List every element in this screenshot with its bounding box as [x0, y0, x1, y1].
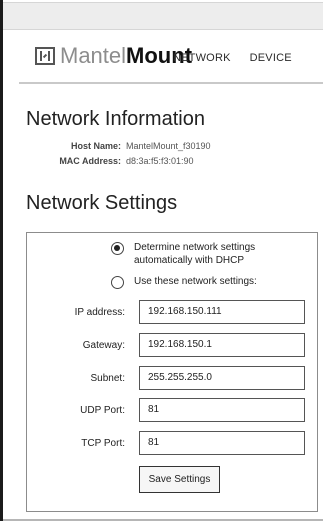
manual-network-option[interactable]: Use these network settings:: [111, 275, 289, 289]
udp-port-label: UDP Port:: [80, 404, 125, 416]
network-information-block: Host Name: MantelMount_f30190 MAC Addres…: [51, 139, 211, 169]
ip-address-input[interactable]: 192.168.150.111: [139, 300, 305, 324]
dhcp-option[interactable]: Determine network settings automatically…: [111, 241, 289, 267]
dhcp-radio-button[interactable]: [111, 242, 124, 255]
subnet-label: Subnet:: [90, 372, 125, 384]
manual-network-option-label: Use these network settings:: [134, 276, 257, 287]
dhcp-option-label: Determine network settings automatically…: [134, 242, 256, 266]
mac-address-label: MAC Address:: [59, 156, 121, 166]
ip-address-row: IP address: 192.168.150.111: [49, 299, 319, 325]
mantelmount-logo-icon: [35, 47, 55, 65]
gateway-input[interactable]: 192.168.150.1: [139, 333, 305, 357]
host-name-value: MantelMount_f30190: [126, 141, 211, 151]
subnet-input[interactable]: 255.255.255.0: [139, 366, 305, 390]
host-name-label: Host Name:: [70, 141, 121, 151]
manual-network-radio-button[interactable]: [111, 276, 124, 289]
udp-port-row: UDP Port: 81: [49, 397, 319, 423]
tcp-port-input[interactable]: 81: [139, 431, 305, 455]
subnet-row: Subnet: 255.255.255.0: [49, 365, 319, 391]
gateway-label: Gateway:: [82, 339, 125, 351]
save-settings-button[interactable]: Save Settings: [139, 466, 220, 493]
tcp-port-row: TCP Port: 81: [49, 430, 319, 456]
network-settings-title: Network Settings: [26, 192, 178, 214]
mac-address-row: MAC Address: d8:3a:f5:f3:01:90: [51, 154, 211, 169]
header: MantelMount NETWORK DEVICE: [19, 40, 323, 84]
host-name-row: Host Name: MantelMount_f30190: [51, 139, 211, 154]
mantelmount-page: MantelMount NETWORK DEVICE Network Infor…: [0, 0, 323, 521]
gateway-row: Gateway: 192.168.150.1: [49, 332, 319, 358]
ip-address-label: IP address:: [74, 306, 125, 318]
top-navigation: NETWORK DEVICE: [173, 52, 292, 64]
nav-device-link[interactable]: DEVICE: [250, 52, 292, 64]
brand-logo[interactable]: MantelMount: [35, 44, 192, 68]
nav-network-link[interactable]: NETWORK: [173, 52, 231, 64]
udp-port-input[interactable]: 81: [139, 398, 305, 422]
logo-text-light: Mantel: [60, 43, 127, 68]
browser-toolbar: [3, 2, 323, 30]
network-information-title: Network Information: [26, 108, 205, 130]
tcp-port-label: TCP Port:: [81, 437, 125, 449]
mac-address-value: d8:3a:f5:f3:01:90: [126, 156, 194, 166]
